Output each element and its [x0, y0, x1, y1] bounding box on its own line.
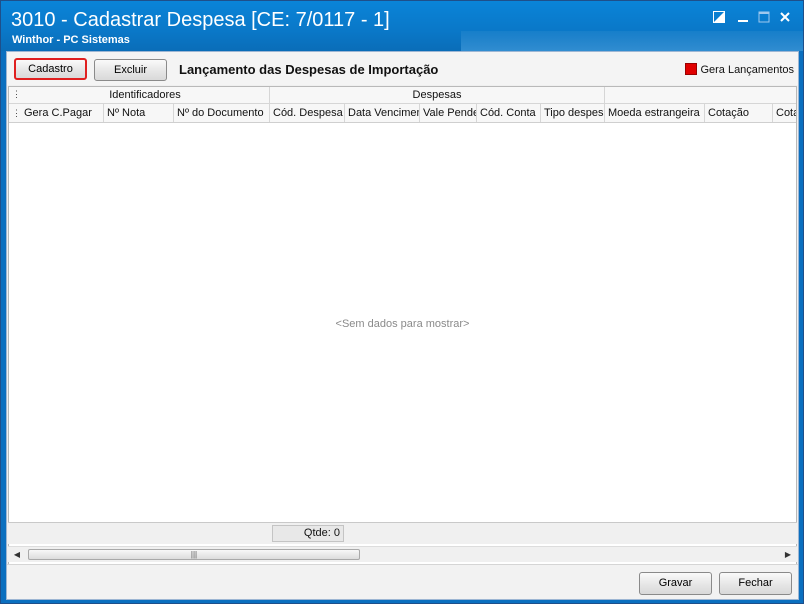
column-gera-cpagar[interactable]: Gera C.Pagar — [21, 104, 104, 122]
window-title: 3010 - Cadastrar Despesa [CE: 7/0117 - 1… — [11, 9, 390, 31]
column-n-documento[interactable]: Nº do Documento — [174, 104, 270, 122]
excluir-button-label: Excluir — [113, 64, 147, 76]
horizontal-scrollbar[interactable]: ◀ ||| ▶ — [8, 546, 797, 562]
title-bar[interactable]: 3010 - Cadastrar Despesa [CE: 7/0117 - 1… — [1, 1, 803, 51]
cadastro-button-label: Cadastro — [28, 63, 73, 75]
cadastro-button[interactable]: Cadastro — [14, 58, 87, 80]
form-client-area: Cadastro Excluir Lançamento das Despesas… — [6, 51, 799, 600]
column-n-nota[interactable]: Nº Nota — [104, 104, 174, 122]
gravar-button[interactable]: Gravar — [639, 572, 712, 595]
application-window: 3010 - Cadastrar Despesa [CE: 7/0117 - 1… — [0, 0, 804, 604]
empty-grid-message: <Sem dados para mostrar> — [335, 318, 470, 330]
gravar-button-label: Gravar — [658, 577, 693, 589]
grid-summary-footer: Qtde: 0 — [8, 522, 797, 544]
column-cotacao[interactable]: Cotação — [705, 104, 773, 122]
window-subtitle: Winthor - PC Sistemas — [12, 34, 130, 46]
close-icon[interactable] — [778, 11, 792, 25]
bottom-button-bar: Gravar Fechar — [7, 564, 798, 599]
grid-band-header: ⋮ Identificadores Despesas — [9, 87, 796, 104]
legend-color-swatch — [685, 63, 698, 75]
scroll-left-icon[interactable]: ◀ — [10, 547, 24, 562]
column-data-vencimento[interactable]: Data Vencimento — [345, 104, 420, 122]
column-moeda-estrangeira[interactable]: Moeda estrangeira — [605, 104, 705, 122]
fechar-button-label: Fechar — [738, 577, 773, 589]
legend-label: Gera Lançamentos — [700, 64, 794, 76]
band-extra[interactable] — [605, 87, 796, 103]
band-despesas[interactable]: Despesas — [270, 87, 605, 103]
form-heading: Lançamento das Despesas de Importação — [179, 62, 439, 77]
column-cod-despesa[interactable]: Cód. Despesa — [270, 104, 345, 122]
column-tipo-despesa[interactable]: Tipo despesa — [541, 104, 605, 122]
restore-icon[interactable] — [712, 11, 726, 25]
band-customize-icon[interactable]: ⋮ — [12, 90, 21, 99]
band-identificadores[interactable]: Identificadores — [21, 87, 270, 103]
column-cotacao-2[interactable]: Cotação — [773, 104, 796, 122]
scrollbar-thumb[interactable]: ||| — [28, 549, 360, 560]
column-vale-pendente[interactable]: Vale Pendente — [420, 104, 477, 122]
toolbar: Cadastro Excluir Lançamento das Despesas… — [7, 52, 798, 85]
maximize-icon[interactable] — [757, 11, 771, 25]
column-cod-conta[interactable]: Cód. Conta — [477, 104, 541, 122]
fechar-button[interactable]: Fechar — [719, 572, 792, 595]
qtde-summary: Qtde: 0 — [272, 525, 344, 542]
scroll-right-icon[interactable]: ▶ — [781, 547, 795, 562]
column-customize-icon[interactable]: ⋮ — [12, 109, 21, 118]
excluir-button[interactable]: Excluir — [94, 59, 167, 81]
expenses-grid[interactable]: ⋮ Identificadores Despesas ⋮ Gera C.Paga… — [8, 86, 797, 567]
legend: Gera Lançamentos — [685, 63, 794, 76]
grid-column-header: ⋮ Gera C.Pagar Nº Nota Nº do Documento C… — [9, 104, 796, 123]
minimize-icon[interactable] — [736, 11, 750, 25]
